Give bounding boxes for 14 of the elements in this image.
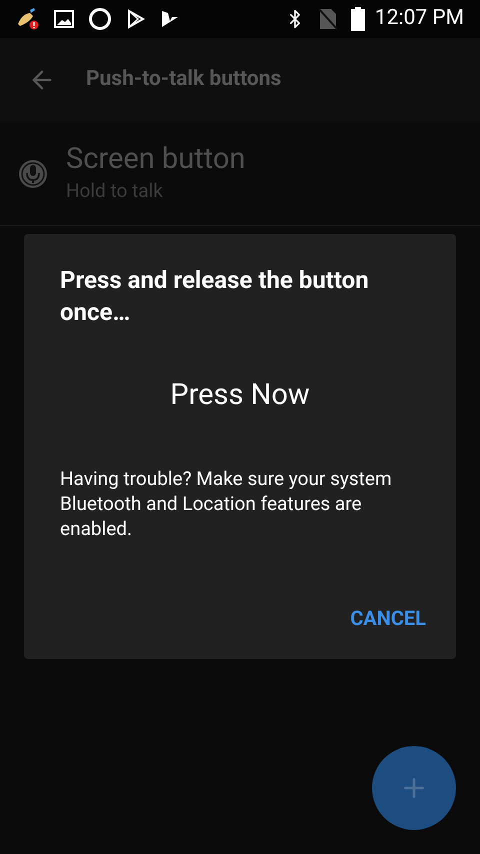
item-title: Screen button (66, 141, 246, 178)
image-icon (54, 10, 74, 28)
broom-icon (16, 8, 40, 30)
toolbar-title: Push-to-talk buttons (86, 66, 282, 94)
no-sim-icon (318, 8, 337, 30)
press-now-prompt: Press Now (169, 377, 311, 414)
microphone-icon (18, 158, 48, 188)
dialog-title: Press and release the button once… (60, 265, 370, 328)
dialog-message: Having trouble? Make sure your system Bluetooth and Location features are enabled. (60, 466, 393, 540)
status-time: 12:07 PM (374, 5, 464, 32)
cancel-button[interactable]: CANCEL (348, 602, 428, 632)
circle-icon (88, 7, 112, 31)
battery-icon (350, 7, 365, 31)
play-store-icon (126, 9, 146, 29)
